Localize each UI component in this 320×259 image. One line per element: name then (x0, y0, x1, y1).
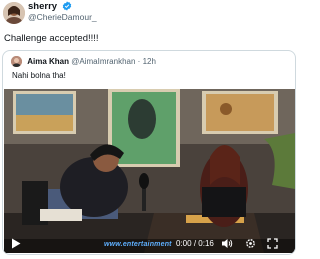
video-time-separator: / (193, 239, 197, 248)
play-icon[interactable] (11, 238, 21, 249)
video-duration: 0:16 (198, 239, 214, 248)
tweet-text: Challenge accepted!!!! (4, 33, 99, 44)
author-name[interactable]: sherry (28, 1, 57, 12)
avatar-image (3, 2, 25, 24)
video-current-time: 0:00 (176, 239, 192, 248)
quoted-tweet[interactable]: Aima Khan @AimaImrankhan · 12h Nahi boln… (2, 50, 296, 255)
author-block: sherry @CherieDamour_ (28, 1, 97, 23)
quoted-time[interactable]: 12h (143, 57, 156, 66)
quoted-author-handle[interactable]: @AimaImrankhan (71, 57, 135, 66)
quoted-author-avatar[interactable] (11, 56, 22, 67)
video-player[interactable]: www.entertainment 0:00 / 0:16 (4, 89, 295, 253)
video-controls: 0:00 / 0:16 (4, 235, 295, 253)
settings-icon[interactable] (245, 238, 256, 249)
video-timecode: 0:00 / 0:16 (176, 239, 214, 248)
quoted-tweet-header: Aima Khan @AimaImrankhan · 12h (11, 56, 156, 67)
video-frame (4, 89, 295, 253)
quoted-tweet-text: Nahi bolna tha! (12, 71, 66, 80)
author-avatar[interactable] (3, 2, 25, 24)
fullscreen-icon[interactable] (267, 238, 278, 249)
author-handle[interactable]: @CherieDamour_ (28, 12, 97, 23)
quoted-author-name[interactable]: Aima Khan (27, 57, 69, 66)
quoted-avatar-image (11, 56, 22, 67)
quoted-separator: · (137, 57, 141, 66)
volume-icon[interactable] (221, 238, 233, 249)
verified-badge-icon (62, 1, 71, 11)
